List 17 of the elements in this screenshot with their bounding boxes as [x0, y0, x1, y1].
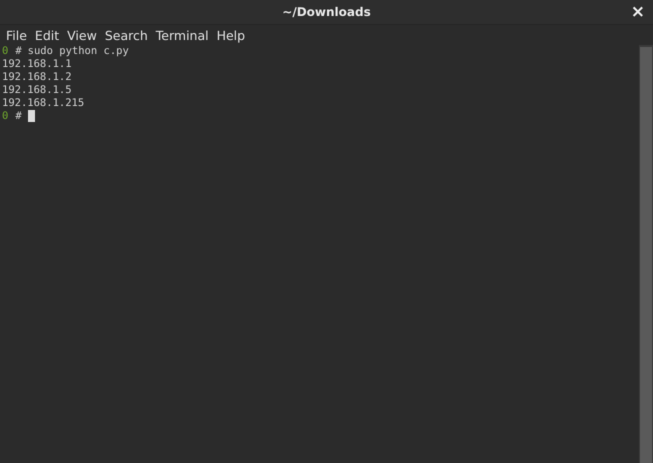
prompt-symbol: #	[15, 45, 22, 58]
menu-item[interactable]: Terminal	[152, 28, 213, 42]
menu-item[interactable]: Edit	[30, 28, 64, 42]
menu-item[interactable]: View	[63, 28, 101, 42]
prompt-symbol: #	[15, 110, 22, 123]
menu-item[interactable]: Help	[212, 28, 250, 42]
command-text: sudo python c.py	[28, 45, 129, 58]
close-button[interactable]: ×	[628, 3, 647, 21]
output-line: 192.168.1.5	[2, 84, 72, 97]
window-title: ~/Downloads	[282, 5, 371, 19]
menu-item[interactable]: File	[2, 28, 31, 42]
output-line: 192.168.1.2	[2, 71, 72, 84]
output-line: 192.168.1.215	[2, 97, 84, 110]
menu-item[interactable]: Search	[100, 28, 152, 42]
exit-status: 0	[2, 110, 8, 123]
exit-status: 0	[2, 45, 8, 58]
output-line: 192.168.1.1	[2, 58, 72, 71]
